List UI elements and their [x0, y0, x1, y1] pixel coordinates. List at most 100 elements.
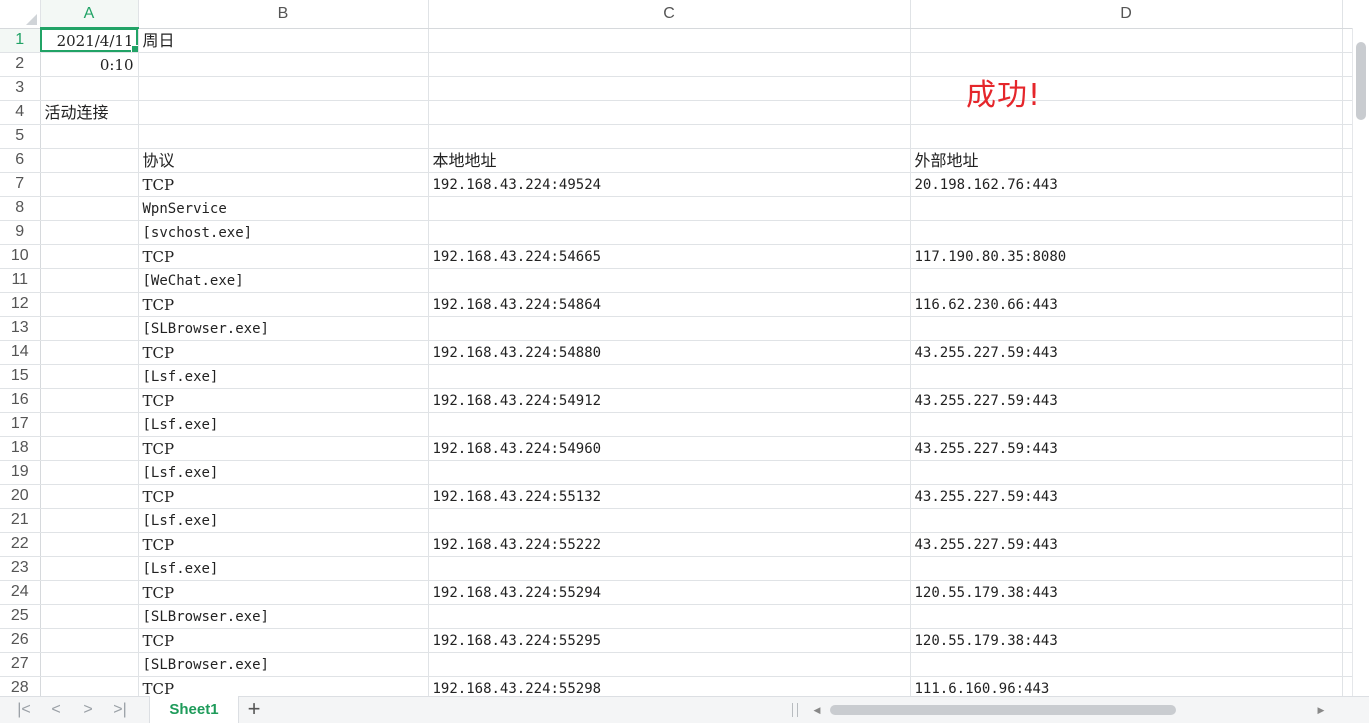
cell-c12[interactable]: 192.168.43.224:54864 — [428, 292, 911, 317]
cell-a25[interactable] — [40, 604, 139, 629]
cell-a16[interactable] — [40, 388, 139, 413]
cell-c4[interactable] — [428, 100, 911, 125]
sheet-tab-sheet1[interactable]: Sheet1 — [149, 696, 239, 723]
cell-c14[interactable]: 192.168.43.224:54880 — [428, 340, 911, 365]
cell-c22[interactable]: 192.168.43.224:55222 — [428, 532, 911, 557]
row-header[interactable]: 24 — [0, 580, 41, 605]
cell-d16[interactable]: 43.255.227.59:443 — [910, 388, 1343, 413]
cell-d24[interactable]: 120.55.179.38:443 — [910, 580, 1343, 605]
cell-b10[interactable]: TCP — [138, 244, 429, 269]
cell-d14[interactable]: 43.255.227.59:443 — [910, 340, 1343, 365]
cell-b7[interactable]: TCP — [138, 172, 429, 197]
cell-d1[interactable] — [910, 28, 1343, 53]
cell-a6[interactable] — [40, 148, 139, 173]
cell-c13[interactable] — [428, 316, 911, 341]
cell-a19[interactable] — [40, 460, 139, 485]
row-header[interactable]: 26 — [0, 628, 41, 653]
row-header[interactable]: 18 — [0, 436, 41, 461]
cell-c11[interactable] — [428, 268, 911, 293]
cell-d17[interactable] — [910, 412, 1343, 437]
row-header[interactable]: 10 — [0, 244, 41, 269]
scroll-right-icon[interactable]: ▶ — [1312, 700, 1330, 720]
cell-d10[interactable]: 117.190.80.35:8080 — [910, 244, 1343, 269]
last-sheet-nav-button[interactable]: >| — [106, 699, 134, 721]
cell-d9[interactable] — [910, 220, 1343, 245]
cell-b8[interactable]: WpnService — [138, 196, 429, 221]
row-header[interactable]: 7 — [0, 172, 41, 197]
cell-a9[interactable] — [40, 220, 139, 245]
cell-a12[interactable] — [40, 292, 139, 317]
cell-a11[interactable] — [40, 268, 139, 293]
cell-c25[interactable] — [428, 604, 911, 629]
cell-c24[interactable]: 192.168.43.224:55294 — [428, 580, 911, 605]
cell-d21[interactable] — [910, 508, 1343, 533]
cell-c6[interactable]: 本地地址 — [428, 148, 911, 173]
cell-b16[interactable]: TCP — [138, 388, 429, 413]
cell-a22[interactable] — [40, 532, 139, 557]
vertical-scrollbar[interactable] — [1352, 28, 1369, 696]
cell-b24[interactable]: TCP — [138, 580, 429, 605]
column-header-b[interactable]: B — [138, 0, 429, 29]
cell-a2[interactable]: 0:10 — [40, 52, 139, 77]
cell-b2[interactable] — [138, 52, 429, 77]
column-header-a[interactable]: A — [40, 0, 139, 29]
cell-d8[interactable] — [910, 196, 1343, 221]
cell-b12[interactable]: TCP — [138, 292, 429, 317]
cell-d18[interactable]: 43.255.227.59:443 — [910, 436, 1343, 461]
cell-b6[interactable]: 协议 — [138, 148, 429, 173]
row-header[interactable]: 11 — [0, 268, 41, 293]
cell-a14[interactable] — [40, 340, 139, 365]
cell-b11[interactable]: [WeChat.exe] — [138, 268, 429, 293]
cell-d12[interactable]: 116.62.230.66:443 — [910, 292, 1343, 317]
cell-b1[interactable]: 周日 — [138, 28, 429, 53]
cell-d11[interactable] — [910, 268, 1343, 293]
row-header[interactable]: 3 — [0, 76, 41, 101]
add-sheet-button[interactable]: + — [242, 697, 266, 723]
row-header[interactable]: 2 — [0, 52, 41, 77]
cell-c20[interactable]: 192.168.43.224:55132 — [428, 484, 911, 509]
cell-a17[interactable] — [40, 412, 139, 437]
next-sheet-nav-button[interactable]: > — [74, 699, 102, 721]
column-header-d[interactable]: D — [910, 0, 1343, 29]
cell-b26[interactable]: TCP — [138, 628, 429, 653]
cell-d20[interactable]: 43.255.227.59:443 — [910, 484, 1343, 509]
row-header[interactable]: 22 — [0, 532, 41, 557]
row-header[interactable]: 16 — [0, 388, 41, 413]
row-header[interactable]: 6 — [0, 148, 41, 173]
cell-b25[interactable]: [SLBrowser.exe] — [138, 604, 429, 629]
row-header[interactable]: 8 — [0, 196, 41, 221]
select-all-corner[interactable] — [0, 0, 41, 29]
row-header[interactable]: 17 — [0, 412, 41, 437]
row-header[interactable]: 9 — [0, 220, 41, 245]
cell-a23[interactable] — [40, 556, 139, 581]
cell-a27[interactable] — [40, 652, 139, 677]
cell-a15[interactable] — [40, 364, 139, 389]
cell-d15[interactable] — [910, 364, 1343, 389]
cell-a8[interactable] — [40, 196, 139, 221]
cell-c3[interactable] — [428, 76, 911, 101]
cell-b9[interactable]: [svchost.exe] — [138, 220, 429, 245]
cell-d5[interactable] — [910, 124, 1343, 149]
cell-c23[interactable] — [428, 556, 911, 581]
row-header[interactable]: 27 — [0, 652, 41, 677]
cell-c2[interactable] — [428, 52, 911, 77]
row-header[interactable]: 1 — [0, 28, 41, 53]
cell-b5[interactable] — [138, 124, 429, 149]
cell-c10[interactable]: 192.168.43.224:54665 — [428, 244, 911, 269]
row-header[interactable]: 12 — [0, 292, 41, 317]
cell-b14[interactable]: TCP — [138, 340, 429, 365]
cell-b3[interactable] — [138, 76, 429, 101]
cell-c17[interactable] — [428, 412, 911, 437]
cell-a3[interactable] — [40, 76, 139, 101]
tab-splitter-handle[interactable] — [792, 703, 798, 717]
cell-a5[interactable] — [40, 124, 139, 149]
row-header[interactable]: 5 — [0, 124, 41, 149]
cell-b22[interactable]: TCP — [138, 532, 429, 557]
cell-a24[interactable] — [40, 580, 139, 605]
row-header[interactable]: 15 — [0, 364, 41, 389]
cell-d23[interactable] — [910, 556, 1343, 581]
column-header-c[interactable]: C — [428, 0, 911, 29]
cell-a7[interactable] — [40, 172, 139, 197]
cell-d6[interactable]: 外部地址 — [910, 148, 1343, 173]
cell-b15[interactable]: [Lsf.exe] — [138, 364, 429, 389]
